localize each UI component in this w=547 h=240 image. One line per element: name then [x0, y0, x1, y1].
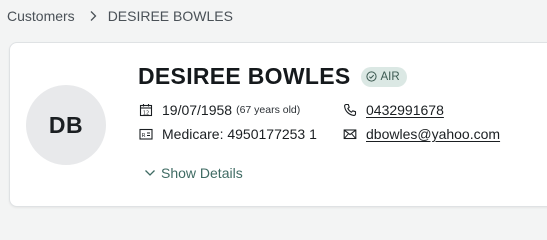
email-row: dbowles@yahoo.com	[343, 126, 500, 142]
calendar-icon: 12	[139, 103, 153, 117]
breadcrumb: Customers DESIREE BOWLES	[7, 8, 233, 24]
check-circle-icon	[365, 71, 377, 82]
medicare-value: Medicare: 4950177253 1	[162, 126, 317, 142]
svg-text:R: R	[142, 133, 146, 139]
name-row: DESIREE BOWLES AIR	[138, 63, 407, 90]
dob-value: 19/07/1958	[162, 102, 233, 118]
mail-icon	[343, 127, 357, 141]
dob-row: 12 19/07/1958 (67 years old)	[139, 102, 300, 118]
id-card-icon: R	[139, 127, 153, 141]
status-badge-label: AIR	[380, 70, 400, 83]
status-badge: AIR	[360, 66, 407, 87]
breadcrumb-current: DESIREE BOWLES	[107, 8, 233, 24]
customer-name: DESIREE BOWLES	[138, 63, 351, 89]
show-details-toggle[interactable]: Show Details	[144, 165, 243, 181]
chevron-down-icon	[145, 170, 155, 176]
phone-row: 0432991678	[343, 102, 444, 118]
avatar: DB	[26, 85, 106, 165]
customer-card: DB DESIREE BOWLES AIR 12 19/07/1958 (67 …	[9, 42, 547, 207]
breadcrumb-customers-link[interactable]: Customers	[7, 8, 75, 24]
age-value: (67 years old)	[236, 104, 301, 116]
medicare-row: R Medicare: 4950177253 1	[139, 126, 317, 142]
show-details-label: Show Details	[161, 165, 243, 181]
phone-icon	[343, 103, 357, 117]
svg-text:12: 12	[143, 110, 149, 116]
email-link[interactable]: dbowles@yahoo.com	[366, 126, 500, 142]
chevron-right-icon	[89, 10, 97, 22]
phone-link[interactable]: 0432991678	[366, 102, 444, 118]
